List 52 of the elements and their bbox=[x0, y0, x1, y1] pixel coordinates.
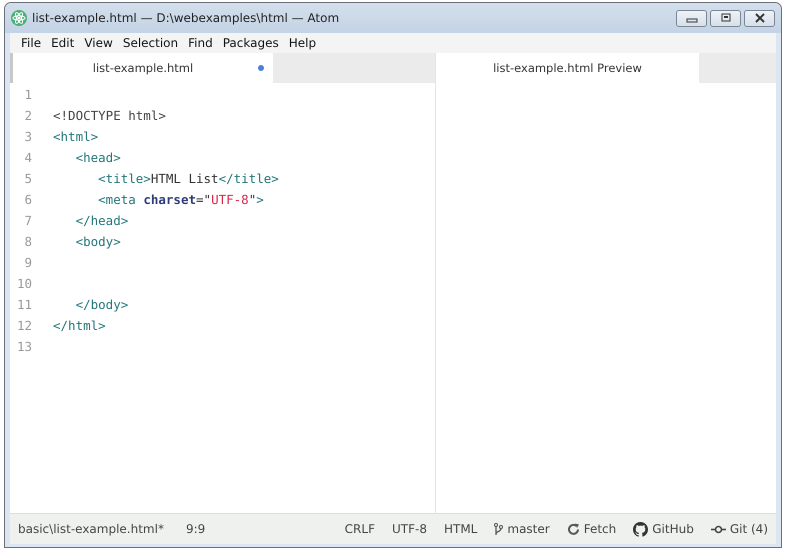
line-number: 1 bbox=[23, 87, 32, 102]
line-number: 6 bbox=[23, 192, 32, 207]
status-item[interactable]: Fetch bbox=[584, 522, 616, 536]
status-item[interactable]: HTML bbox=[444, 522, 478, 536]
line-number: 5 bbox=[23, 171, 32, 186]
menu-item[interactable]: Selection bbox=[118, 36, 184, 50]
code-line: <!DOCTYPE html> bbox=[53, 108, 166, 123]
line-number: 9 bbox=[23, 255, 32, 270]
menu-item[interactable]: Find bbox=[183, 36, 218, 50]
code-line: </html> bbox=[53, 318, 106, 333]
code-line: </head> bbox=[74, 213, 128, 228]
line-number: 2 bbox=[23, 108, 32, 123]
code-line: <html> bbox=[53, 129, 98, 144]
line-number: 12 bbox=[16, 318, 32, 333]
code-line: <body> bbox=[74, 234, 121, 249]
status-item[interactable]: UTF-8 bbox=[392, 522, 427, 536]
maximize-icon bbox=[720, 13, 732, 23]
status-item[interactable]: 9:9 bbox=[186, 522, 206, 536]
status-item[interactable]: Git (4) bbox=[730, 522, 768, 536]
menu-item[interactable]: File bbox=[16, 36, 46, 50]
atom-icon bbox=[11, 10, 27, 26]
sync-icon bbox=[566, 522, 580, 536]
line-number: 13 bbox=[16, 339, 32, 354]
code-line: <head> bbox=[74, 150, 121, 165]
code-line: </body> bbox=[74, 297, 128, 312]
status-item[interactable]: master bbox=[507, 522, 550, 536]
line-number: 10 bbox=[16, 276, 32, 291]
status-item[interactable]: basic\list-example.html* bbox=[18, 522, 164, 536]
menu-item[interactable]: Help bbox=[284, 36, 322, 50]
line-number: 4 bbox=[23, 150, 32, 165]
line-number: 7 bbox=[23, 213, 32, 228]
menu-item[interactable]: Packages bbox=[218, 36, 284, 50]
commit-icon bbox=[710, 524, 726, 534]
editor-tab[interactable]: list-example.html Preview bbox=[436, 53, 699, 83]
modified-dot bbox=[258, 65, 264, 71]
line-number: 11 bbox=[16, 297, 32, 312]
window-title: list-example.html — D:\webexamples\html — Atom bbox=[32, 11, 340, 25]
line-number: 8 bbox=[23, 234, 32, 249]
editor-tab[interactable]: list-example.html bbox=[10, 53, 273, 83]
menu-item[interactable]: Edit bbox=[46, 36, 80, 50]
line-number: 3 bbox=[23, 129, 32, 144]
status-item[interactable]: GitHub bbox=[652, 522, 694, 536]
code-line: <meta charset="UTF-8"> bbox=[97, 192, 264, 207]
octocat-icon bbox=[633, 522, 648, 536]
close-icon bbox=[754, 13, 766, 23]
maximize-button[interactable] bbox=[710, 10, 741, 26]
minimize-button[interactable] bbox=[676, 10, 707, 26]
status-item[interactable]: CRLF bbox=[344, 522, 375, 536]
code-line: <title>HTML List</title> bbox=[97, 171, 279, 186]
close-button[interactable] bbox=[744, 10, 775, 26]
menu-item[interactable]: View bbox=[79, 36, 118, 50]
branch-icon bbox=[494, 522, 504, 536]
